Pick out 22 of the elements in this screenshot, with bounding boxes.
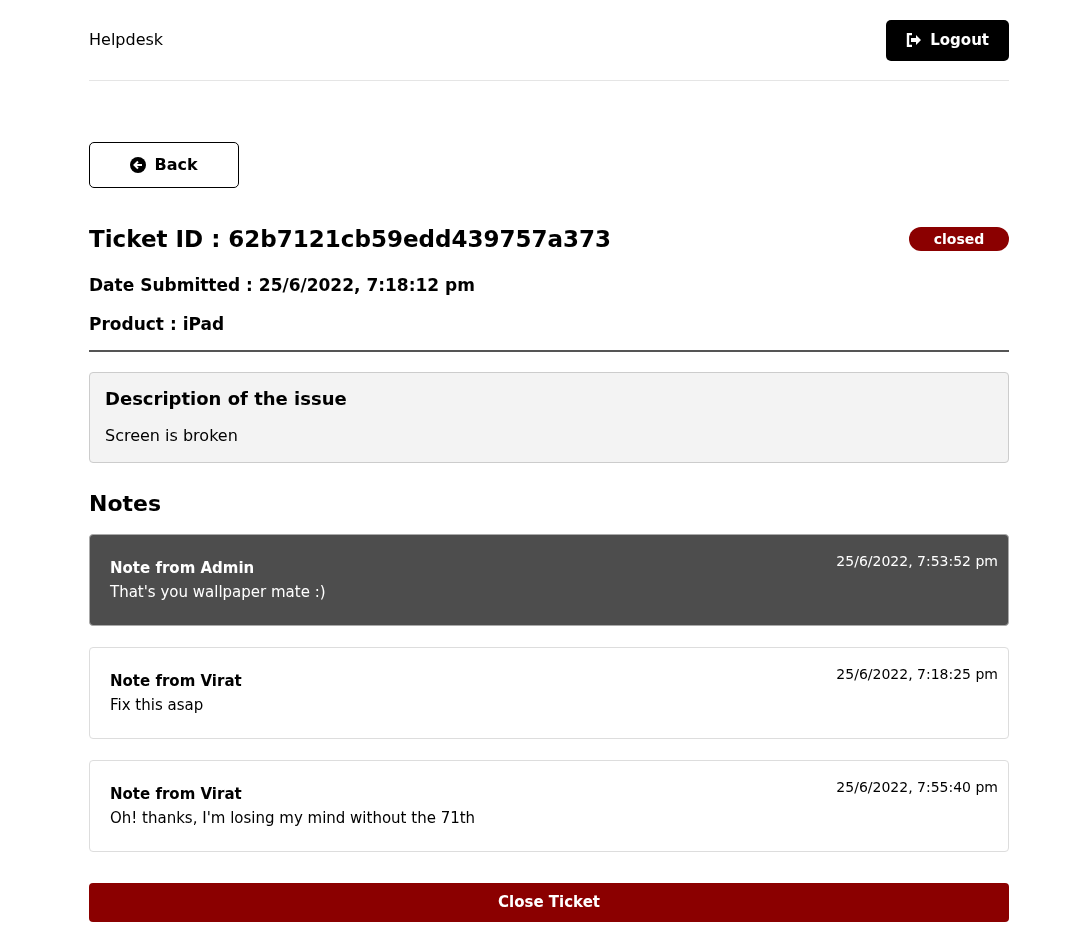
back-arrow-icon: [130, 157, 147, 173]
product-label: Product : iPad: [89, 313, 226, 336]
note-time: 25/6/2022, 7:18:25 pm: [836, 664, 998, 684]
logout-icon: [906, 33, 923, 47]
note-text: Fix this asap: [110, 695, 205, 716]
note-author: Note from Virat: [110, 783, 242, 805]
close-ticket-button[interactable]: Close Ticket: [89, 882, 1009, 922]
status-badge: closed: [909, 227, 1009, 252]
date-submitted: Date Submitted : 25/6/2022, 7:18:12 pm: [89, 273, 476, 297]
ticket-id: Ticket ID : 62b7121cb59edd439757a373: [89, 225, 611, 254]
notes-heading: Notes: [89, 489, 163, 518]
logout-button[interactable]: Logout: [886, 19, 1009, 61]
note-text: That's you wallpaper mate :): [110, 582, 327, 603]
note-text: Oh! thanks, I'm losing my mind without the 71th: [110, 808, 477, 829]
description-text: Screen is broken: [105, 424, 239, 447]
note-time: 25/6/2022, 7:53:52 pm: [836, 551, 998, 571]
description-title: Description of the issue: [105, 386, 348, 411]
back-button[interactable]: Back: [89, 142, 239, 188]
note-author: Note from Admin: [110, 557, 255, 579]
note-author: Note from Virat: [110, 670, 242, 692]
note-time: 25/6/2022, 7:55:40 pm: [836, 777, 998, 797]
brand-label: Helpdesk: [89, 29, 164, 51]
